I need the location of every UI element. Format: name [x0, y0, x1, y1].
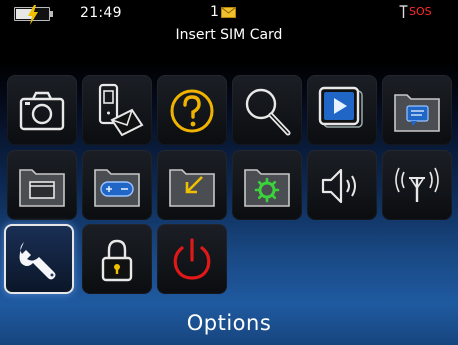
clock: 21:49: [80, 5, 122, 21]
selected-app-label: Options: [186, 311, 272, 335]
folder-window-icon[interactable]: [7, 150, 77, 220]
signal-indicator: SOS: [399, 5, 432, 19]
manage-connections-icon[interactable]: [382, 150, 452, 220]
charging-bolt-icon: [28, 5, 38, 25]
message-indicator[interactable]: 1: [210, 4, 236, 20]
applications-folder-icon[interactable]: [232, 150, 302, 220]
sos-text: SOS: [409, 5, 432, 18]
message-count: 1: [210, 4, 219, 20]
envelope-icon: [220, 6, 236, 18]
help-icon[interactable]: [157, 75, 227, 145]
status-bar: 21:49 1 Insert SIM Card SOS: [0, 0, 458, 50]
messages-folder-icon[interactable]: [382, 75, 452, 145]
options-wrench-icon[interactable]: [4, 224, 74, 294]
battery-tip: [50, 11, 53, 17]
sound-profile-icon[interactable]: [307, 150, 377, 220]
sim-notice: Insert SIM Card: [175, 27, 283, 43]
battery-indicator: [14, 5, 53, 25]
games-folder-icon[interactable]: [82, 150, 152, 220]
downloads-folder-icon[interactable]: [157, 150, 227, 220]
power-icon[interactable]: [157, 224, 227, 294]
search-icon[interactable]: [232, 75, 302, 145]
lock-icon[interactable]: [82, 224, 152, 294]
media-play-icon[interactable]: [307, 75, 377, 145]
home-screen: 21:49 1 Insert SIM Card SOS Options: [0, 0, 458, 345]
camera-icon[interactable]: [7, 75, 77, 145]
antenna-icon: [399, 5, 408, 18]
media-transfer-icon[interactable]: [82, 75, 152, 145]
